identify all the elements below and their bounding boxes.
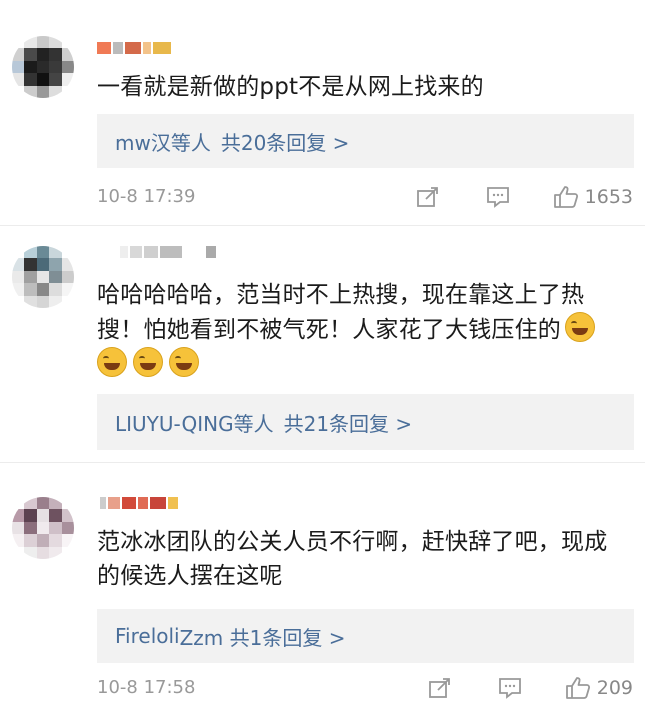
thumbs-up-icon <box>553 186 578 208</box>
thumbs-up-icon <box>565 677 590 699</box>
comment-text: 一看就是新做的ppt不是从网上找来的 <box>97 74 484 100</box>
avatar[interactable] <box>12 36 74 98</box>
laugh-cry-emoji-icon <box>133 347 163 377</box>
like-count: 209 <box>596 677 633 699</box>
username-redacted[interactable] <box>97 38 171 58</box>
reply-summary[interactable]: LIUYU-QING等人 共21条回复 > <box>97 394 634 450</box>
laugh-cry-emoji-icon <box>169 347 199 377</box>
reply-names[interactable]: mw汉等人 <box>115 127 211 156</box>
action-bar: 1653 <box>373 182 633 212</box>
comment-item: 一看就是新做的ppt不是从网上找来的 mw汉等人 共20条回复 > 10-8 1… <box>0 0 645 225</box>
like-button[interactable]: 1653 <box>553 185 633 209</box>
timestamp: 10-8 17:39 <box>97 186 196 207</box>
username-redacted[interactable] <box>120 242 216 262</box>
like-count: 1653 <box>584 186 633 208</box>
reply-count-link[interactable]: 共20条回复 > <box>221 127 350 156</box>
laugh-cry-emoji-icon <box>565 312 595 342</box>
comment-icon[interactable] <box>483 182 513 212</box>
comment-text: 范冰冰团队的公关人员不行啊，赶快辞了吧，现成的候选人摆在这呢 <box>97 529 608 589</box>
reply-summary[interactable]: mw汉等人 共20条回复 > <box>97 114 634 168</box>
timestamp: 10-8 17:58 <box>97 677 196 698</box>
avatar[interactable] <box>12 246 74 308</box>
avatar[interactable] <box>12 497 74 559</box>
reply-count-link[interactable]: Zzm 共1条回复 > <box>180 622 346 651</box>
comment-item: 哈哈哈哈哈，范当时不上热搜，现在靠这上了热搜！怕她看到不被气死！人家花了大钱压住… <box>0 226 645 458</box>
reply-summary[interactable]: Fireloli Zzm 共1条回复 > <box>97 609 634 663</box>
comment-item: 范冰冰团队的公关人员不行啊，赶快辞了吧，现成的候选人摆在这呢 Fireloli … <box>0 463 645 699</box>
reply-names[interactable]: LIUYU-QING等人 <box>115 408 274 437</box>
username-redacted[interactable] <box>100 493 178 513</box>
comment-text-body: 哈哈哈哈哈，范当时不上热搜，现在靠这上了热搜！怕她看到不被气死！人家花了大钱压住… <box>97 282 585 343</box>
share-icon[interactable] <box>413 182 443 212</box>
reply-count-link[interactable]: 共21条回复 > <box>284 408 413 437</box>
comment-text: 哈哈哈哈哈，范当时不上热搜，现在靠这上了热搜！怕她看到不被气死！人家花了大钱压住… <box>97 278 625 382</box>
comment-meta: 10-8 17:39 1653 <box>97 182 633 212</box>
reply-names[interactable]: Fireloli <box>115 624 180 648</box>
like-button[interactable]: 209 <box>565 676 633 700</box>
laugh-cry-emoji-icon <box>97 347 127 377</box>
